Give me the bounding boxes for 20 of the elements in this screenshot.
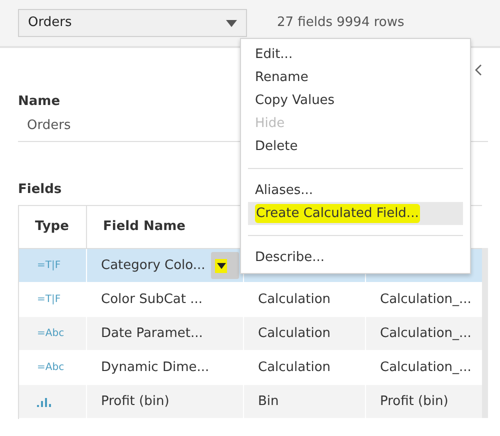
table-cell-text: Bin <box>258 392 279 411</box>
name-label: Name <box>18 93 60 111</box>
table-cell-text: Category Colo... <box>101 256 206 275</box>
data-type-icon: =Abc <box>37 360 64 375</box>
table-cell-text: Color SubCat ... <box>101 290 202 309</box>
table-cell-text: Dynamic Dime... <box>101 358 210 377</box>
data-type-icon: =Abc <box>37 326 64 341</box>
table-cell-text: Calculation <box>258 358 331 377</box>
table-cell-text: Calculation <box>258 324 331 343</box>
table-cell-text: Profit (bin) <box>101 392 170 411</box>
table-cell-text: Date Paramet... <box>101 324 203 343</box>
data-type-icon: =T|F <box>37 292 61 307</box>
field-row-count: 27 fields 9994 rows <box>277 14 404 32</box>
fields-label: Fields <box>18 180 62 198</box>
table-cell-text: Calculation <box>258 290 331 309</box>
table-cell-text: Profit (bin) <box>380 392 448 411</box>
table-cell-text: Calculation_... <box>380 290 472 309</box>
table-cell-text: Calculation_... <box>380 358 472 377</box>
data-type-icon: =T|F <box>37 258 61 273</box>
table-cell-text: Calculation_... <box>380 324 472 343</box>
